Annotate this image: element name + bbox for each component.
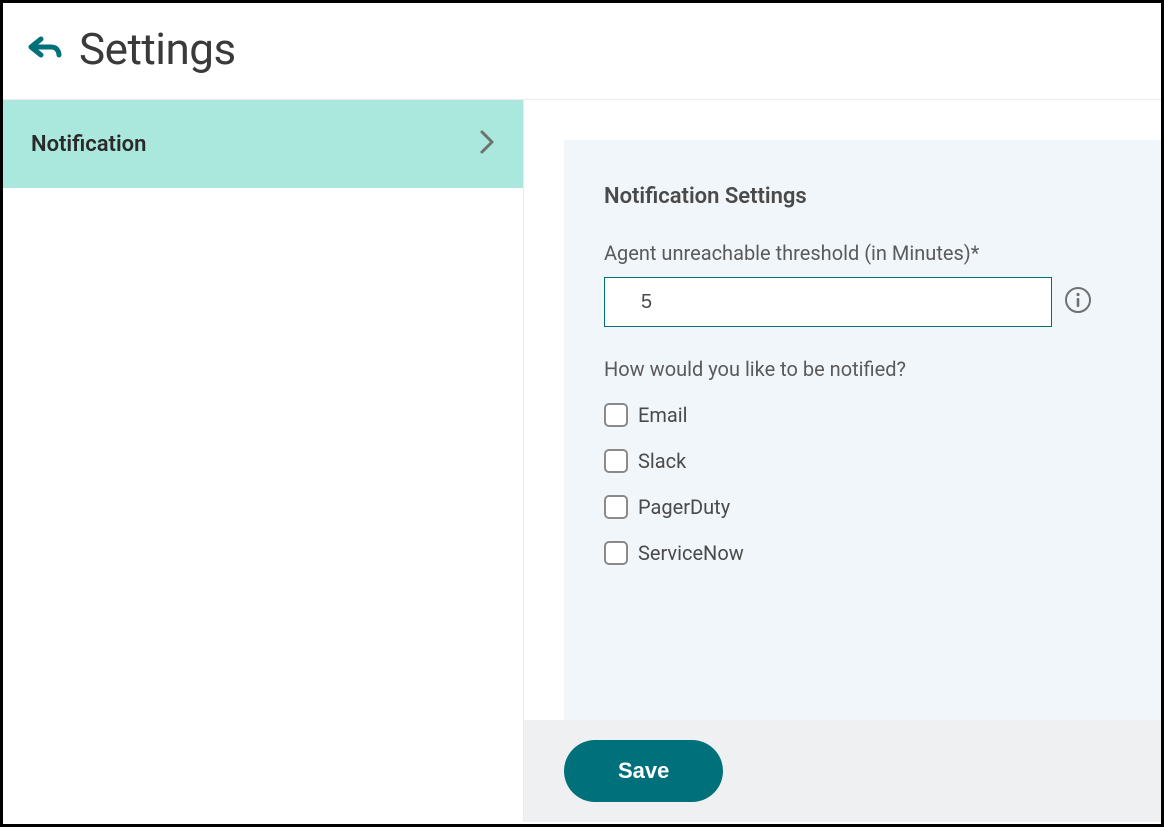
sidebar-item-notification[interactable]: Notification [3, 100, 523, 188]
save-button[interactable]: Save [564, 740, 723, 802]
footer: Save [524, 720, 1161, 822]
checkbox-row-pagerduty: PagerDuty [604, 495, 1121, 519]
sidebar-item-label: Notification [31, 132, 146, 157]
main: Notification Notification Settings Agent… [3, 99, 1161, 822]
header: Settings [3, 3, 1161, 99]
checkbox-label: PagerDuty [638, 495, 730, 519]
panel-title: Notification Settings [604, 184, 1121, 209]
notification-settings-panel: Notification Settings Agent unreachable … [564, 140, 1161, 720]
info-icon[interactable] [1064, 286, 1092, 318]
checkbox-slack[interactable] [604, 449, 628, 473]
page-title: Settings [79, 23, 236, 75]
checkbox-servicenow[interactable] [604, 541, 628, 565]
checkbox-row-slack: Slack [604, 449, 1121, 473]
content: Notification Settings Agent unreachable … [523, 99, 1161, 822]
threshold-label: Agent unreachable threshold (in Minutes)… [604, 241, 1121, 265]
chevron-right-icon [479, 129, 495, 159]
checkbox-label: ServiceNow [638, 541, 744, 565]
threshold-input[interactable] [604, 277, 1052, 327]
threshold-input-row [604, 277, 1121, 327]
checkbox-label: Email [638, 403, 688, 427]
notify-question: How would you like to be notified? [604, 357, 1121, 381]
checkbox-row-servicenow: ServiceNow [604, 541, 1121, 565]
checkbox-email[interactable] [604, 403, 628, 427]
sidebar: Notification [3, 99, 523, 822]
checkbox-label: Slack [638, 449, 686, 473]
checkbox-row-email: Email [604, 403, 1121, 427]
back-arrow-icon[interactable] [23, 33, 63, 65]
checkbox-pagerduty[interactable] [604, 495, 628, 519]
